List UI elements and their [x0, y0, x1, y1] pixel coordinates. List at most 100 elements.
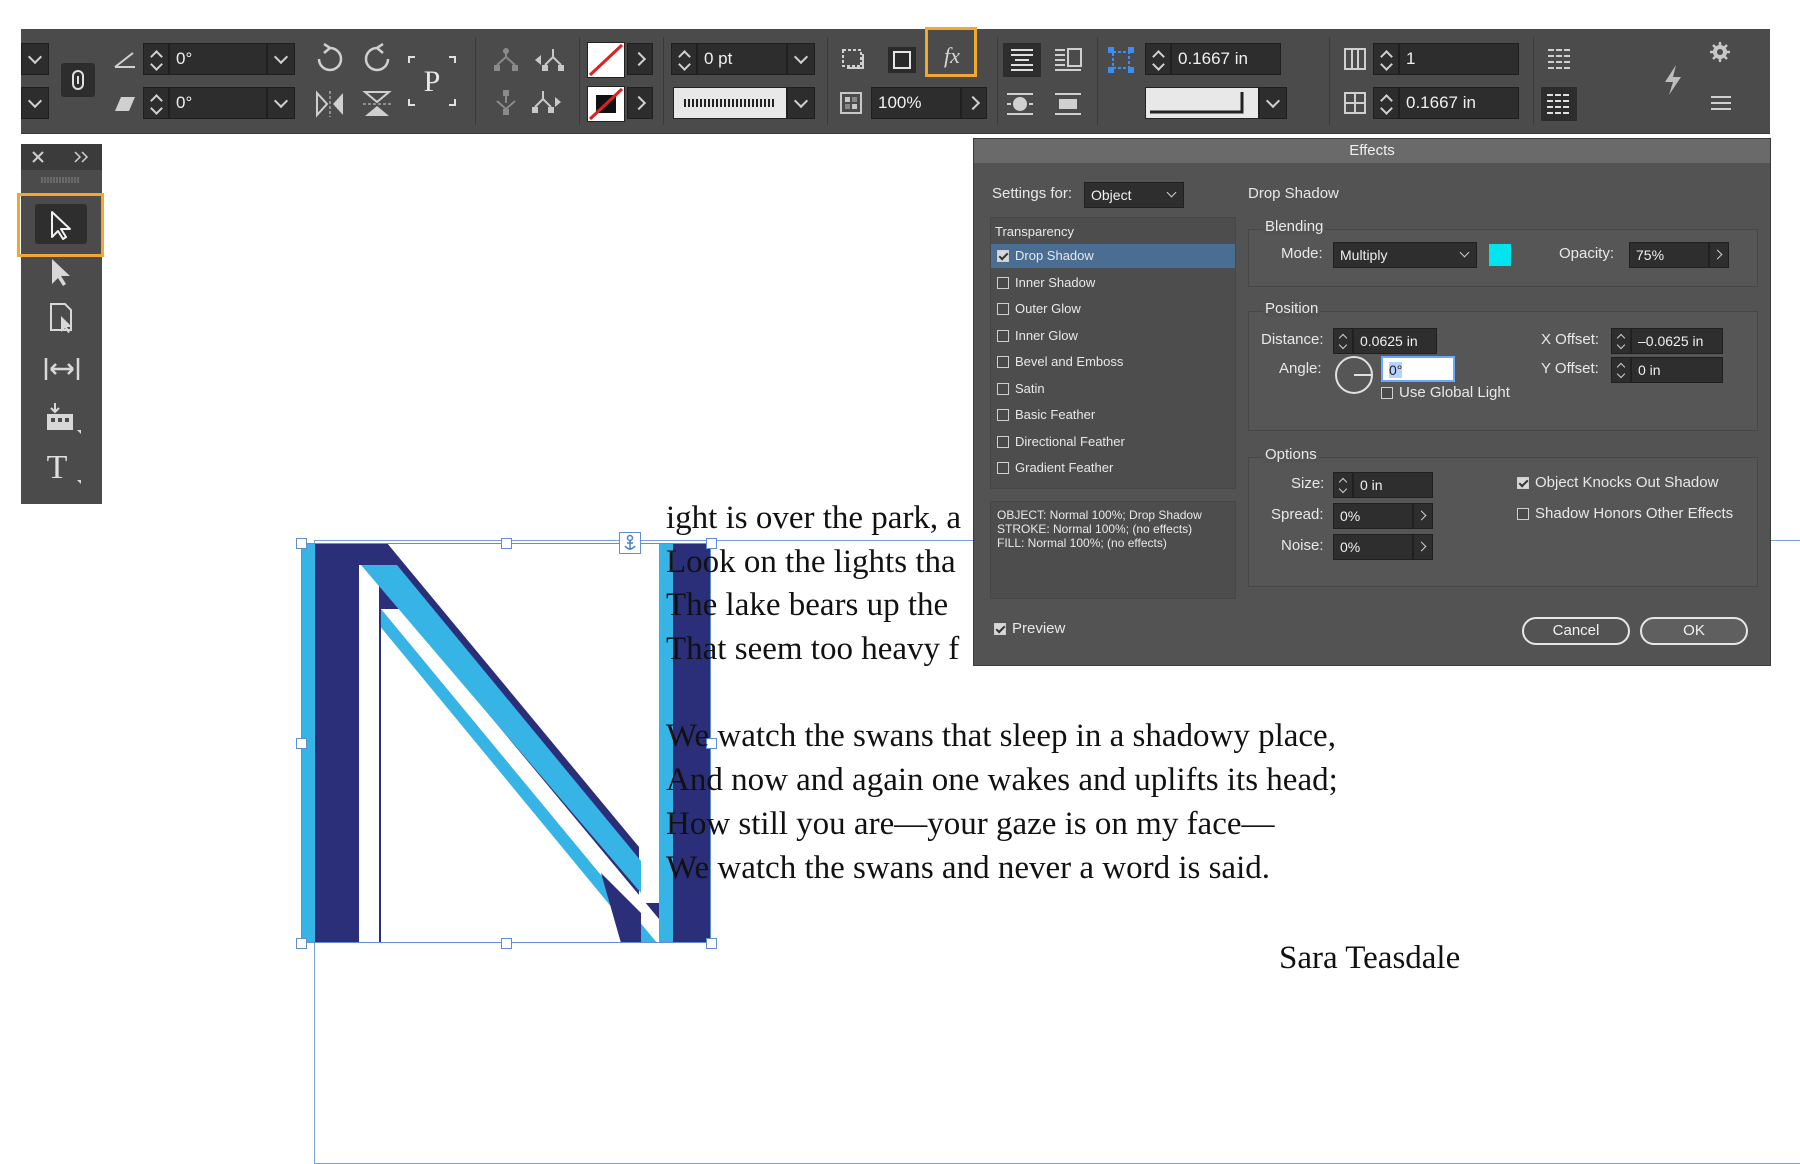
y-offset-spinner[interactable]	[1611, 357, 1631, 383]
opacity-arrow[interactable]	[961, 87, 987, 119]
angle-dial-icon[interactable]	[1333, 354, 1375, 396]
effect-item[interactable]: Bevel and Emboss	[991, 350, 1235, 374]
opacity-field-dialog[interactable]: 75%	[1629, 242, 1709, 268]
effect-checkbox[interactable]	[997, 250, 1009, 262]
gap-tool[interactable]	[35, 348, 87, 388]
preview-checkbox[interactable]	[994, 623, 1006, 635]
effect-checkbox[interactable]	[997, 382, 1009, 395]
resize-handle-top-left[interactable]	[296, 538, 307, 549]
type-tool[interactable]: T	[35, 446, 87, 486]
select-next-object-icon[interactable]	[531, 89, 565, 115]
distance-spinner[interactable]	[1333, 328, 1353, 354]
reference-point-dropdown-2[interactable]	[21, 87, 49, 119]
resize-handle-top[interactable]	[501, 538, 512, 549]
stroke-weight-spinner[interactable]	[671, 43, 697, 75]
paragraph-style-icon[interactable]: P	[407, 55, 457, 107]
distance-field[interactable]: 0.0625 in	[1353, 328, 1437, 354]
stroke-type-dropdown[interactable]	[787, 87, 815, 119]
opacity-field[interactable]: 100%	[871, 87, 961, 119]
effect-checkbox[interactable]	[997, 276, 1009, 289]
shear-angle-field[interactable]: 0°	[169, 87, 267, 119]
auto-fit-icon[interactable]	[1107, 46, 1135, 74]
fx-effects-icon[interactable]: fx	[935, 41, 969, 71]
effect-checkbox[interactable]	[997, 329, 1009, 342]
settings-gear-icon[interactable]	[1709, 41, 1731, 63]
page-tool[interactable]	[35, 298, 87, 338]
size-field[interactable]: 0 in	[1353, 472, 1433, 498]
shear-angle-spinner[interactable]	[143, 87, 169, 119]
angle-field[interactable]: 0°	[1381, 356, 1455, 382]
align-top-icon[interactable]	[1545, 45, 1575, 73]
effect-item[interactable]: Inner Shadow	[991, 271, 1235, 295]
effect-item[interactable]: Inner Glow	[991, 324, 1235, 348]
resize-handle-bottom[interactable]	[501, 938, 512, 949]
reference-point-dropdown[interactable]	[21, 43, 49, 75]
cancel-button[interactable]: Cancel	[1522, 617, 1630, 645]
object-knocks-out-shadow-checkbox[interactable]	[1517, 477, 1529, 489]
select-content-icon[interactable]	[493, 89, 519, 115]
ok-button[interactable]: OK	[1640, 617, 1748, 645]
content-collector-tool[interactable]	[35, 396, 87, 436]
rotate-counterclockwise-icon[interactable]	[361, 43, 393, 75]
noise-slider-arrow[interactable]	[1413, 534, 1433, 560]
effect-item[interactable]: Gradient Feather	[991, 456, 1235, 480]
corner-options-dropdown[interactable]	[1259, 87, 1287, 119]
x-offset-spinner[interactable]	[1611, 328, 1631, 354]
resize-handle-bottom-left[interactable]	[296, 938, 307, 949]
effect-item[interactable]: Basic Feather	[991, 403, 1235, 427]
columns-field[interactable]: 1	[1399, 43, 1519, 75]
size-spinner[interactable]	[1333, 472, 1353, 498]
anchored-object-icon[interactable]	[619, 532, 641, 554]
resize-handle-left[interactable]	[296, 738, 307, 749]
constrain-proportions-icon[interactable]	[61, 63, 95, 97]
stroke-weight-field[interactable]: 0 pt	[697, 43, 787, 75]
effect-checkbox[interactable]	[997, 462, 1009, 474]
rotate-clockwise-icon[interactable]	[314, 43, 346, 75]
quick-actions-bolt-icon[interactable]	[1661, 63, 1685, 97]
effect-checkbox[interactable]	[997, 356, 1009, 368]
spread-field[interactable]: 0%	[1333, 503, 1413, 529]
rotate-angle-dropdown[interactable]	[267, 43, 295, 75]
wrap-around-shape-icon[interactable]	[1003, 87, 1037, 121]
column-width-field[interactable]: 0.1667 in	[1171, 43, 1281, 75]
justify-vertical-icon[interactable]	[1541, 87, 1577, 121]
fill-swatch-arrow[interactable]	[627, 43, 653, 75]
fill-swatch-none-icon[interactable]	[587, 42, 625, 78]
x-offset-field[interactable]: –0.0625 in	[1631, 328, 1723, 354]
y-offset-field[interactable]: 0 in	[1631, 357, 1723, 383]
effect-checkbox[interactable]	[997, 435, 1009, 448]
flip-horizontal-icon[interactable]	[314, 89, 346, 119]
resize-handle-bottom-right[interactable]	[706, 938, 717, 949]
wrap-none-icon[interactable]	[1003, 43, 1041, 77]
noise-field[interactable]: 0%	[1333, 534, 1413, 560]
shear-angle-dropdown[interactable]	[267, 87, 295, 119]
select-previous-object-icon[interactable]	[531, 47, 565, 73]
blend-mode-select[interactable]: Multiply	[1333, 242, 1477, 268]
shadow-honors-other-effects-checkbox[interactable]	[1517, 508, 1529, 520]
stroke-swatch-none-icon[interactable]	[587, 86, 625, 122]
expand-panel-icon[interactable]	[73, 150, 91, 164]
panel-grip-icon[interactable]	[41, 176, 81, 184]
effect-item[interactable]: Drop Shadow	[991, 244, 1235, 268]
settings-for-select[interactable]: Object	[1084, 182, 1184, 208]
effect-item[interactable]: Outer Glow	[991, 297, 1235, 321]
stroke-swatch-arrow[interactable]	[627, 87, 653, 119]
spread-slider-arrow[interactable]	[1413, 503, 1433, 529]
stroke-weight-dropdown[interactable]	[787, 43, 815, 75]
rotate-angle-field[interactable]: 0°	[169, 43, 267, 75]
shadow-color-swatch[interactable]	[1489, 244, 1511, 266]
effect-item[interactable]: Satin	[991, 377, 1235, 401]
drop-shadow-toggle-icon[interactable]	[839, 46, 869, 74]
panel-menu-icon[interactable]	[1709, 93, 1733, 113]
column-width-spinner[interactable]	[1145, 43, 1171, 75]
rotate-angle-spinner[interactable]	[143, 43, 169, 75]
columns-spinner[interactable]	[1373, 43, 1399, 75]
use-global-light-checkbox[interactable]	[1381, 387, 1393, 399]
gutter-field[interactable]: 0.1667 in	[1399, 87, 1519, 119]
opacity-slider-arrow[interactable]	[1709, 242, 1729, 268]
stroke-type-swatch[interactable]	[673, 87, 787, 119]
frame-stroke-icon[interactable]	[887, 46, 917, 74]
corner-options-swatch[interactable]	[1145, 87, 1259, 119]
flip-vertical-icon[interactable]	[361, 89, 393, 119]
wrap-around-bounding-box-icon[interactable]	[1051, 43, 1085, 77]
